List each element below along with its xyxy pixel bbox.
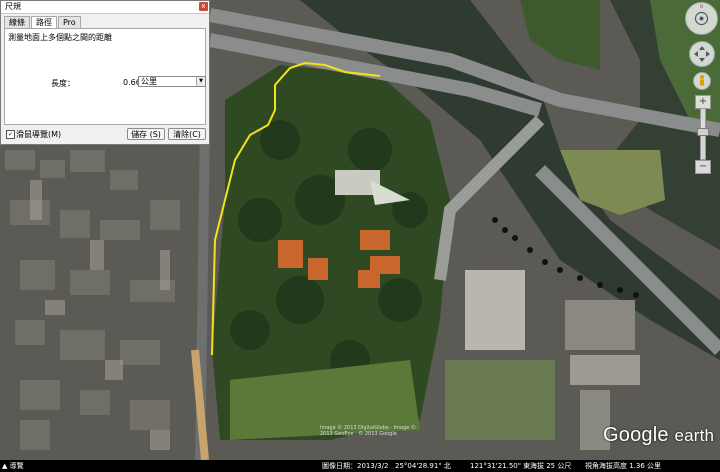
status-bar: ▲ 導覽 圖像日期：2013/3/2 25°04'28.91" 北 121°31… xyxy=(0,460,720,472)
save-button[interactable]: 儲存 (S) xyxy=(127,128,165,140)
navigation-button[interactable]: ▲ 導覽 xyxy=(0,460,44,472)
dialog-footer: ✓ 滑鼠導覽(M) 儲存 (S) 清除(C) xyxy=(4,128,208,142)
eye-icon: N xyxy=(694,4,709,26)
logo-google: Google xyxy=(603,424,669,446)
ruler-tabs: 線條 路徑 Pro xyxy=(4,16,82,29)
unit-select[interactable]: 公里 ▼ xyxy=(138,76,206,87)
dialog-title: 尺規 xyxy=(5,2,21,11)
svg-text:N: N xyxy=(700,4,703,9)
google-earth-logo: Google earth xyxy=(603,424,714,447)
dialog-titlebar[interactable]: 尺規 x xyxy=(1,1,209,14)
mouse-nav-label: 滑鼠導覽(M) xyxy=(16,130,62,139)
panel-description: 測量地面上多個點之間的距離 xyxy=(8,33,112,42)
move-joystick[interactable] xyxy=(689,41,715,67)
zoom-slider-thumb[interactable] xyxy=(697,128,709,136)
latitude: 25°04'28.91" 北 xyxy=(395,462,451,470)
eye-altitude: 視角海拔高度 1.36 公里 xyxy=(585,462,662,470)
pegman-icon xyxy=(700,75,704,86)
navigation-label: 導覽 xyxy=(9,462,24,470)
triangle-up-icon: ▲ xyxy=(2,462,8,470)
close-icon[interactable]: x xyxy=(199,2,208,11)
hand-icon xyxy=(694,46,710,62)
zoom-in-button[interactable]: + xyxy=(695,95,711,109)
ruler-dialog: 尺規 x 線條 路徑 Pro 測量地面上多個點之間的距離 長度： 0.66 公里… xyxy=(0,0,210,145)
imagery-date: 圖像日期：2013/3/2 xyxy=(322,462,389,470)
mouse-nav-checkbox[interactable]: ✓ xyxy=(6,130,15,139)
path-panel: 測量地面上多個點之間的距離 長度： 0.66 公里 ▼ xyxy=(4,28,206,125)
logo-earth: earth xyxy=(674,426,715,445)
longitude: 121°31'21.50" 東 xyxy=(470,462,531,470)
unit-selected: 公里 xyxy=(141,77,157,86)
zoom-out-button[interactable]: − xyxy=(695,160,711,174)
map-copyright: Image © 2013 DigitalGlobe · Image © 2013… xyxy=(320,425,416,437)
elevation: 海拔 25 公尺 xyxy=(530,462,572,470)
clear-button[interactable]: 清除(C) xyxy=(168,128,206,140)
look-joystick[interactable]: N xyxy=(685,2,718,35)
street-view-pegman[interactable] xyxy=(693,72,711,90)
length-label: 長度： xyxy=(51,79,75,88)
chevron-down-icon[interactable]: ▼ xyxy=(196,77,205,86)
